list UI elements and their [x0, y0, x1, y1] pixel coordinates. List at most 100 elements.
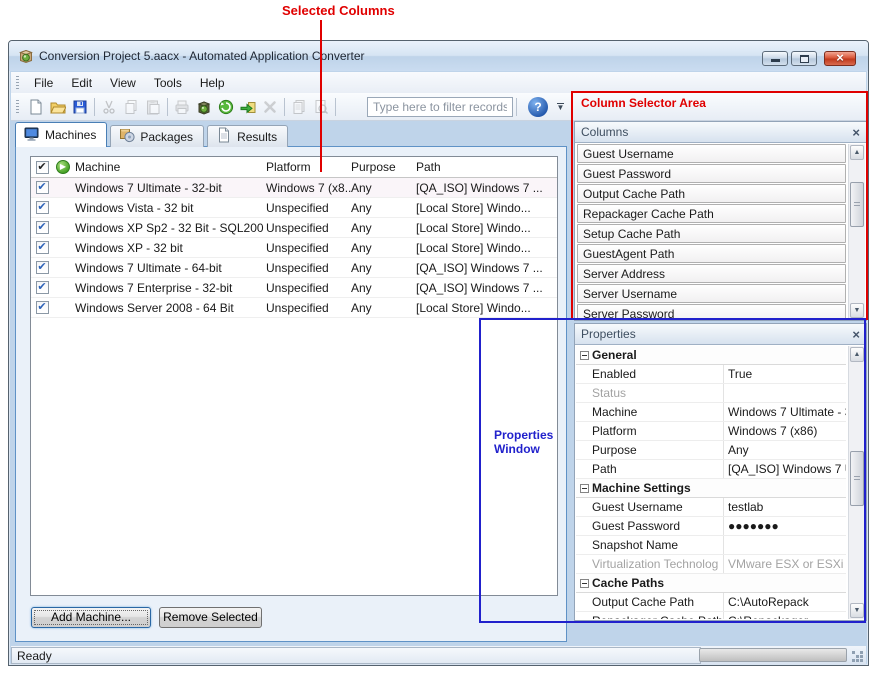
property-row[interactable]: EnabledTrue: [576, 365, 846, 384]
menu-file[interactable]: File: [25, 74, 62, 92]
row-checkbox[interactable]: ✔: [36, 201, 49, 214]
property-value[interactable]: True: [723, 365, 846, 383]
property-row[interactable]: Output Cache PathC:\AutoRepack: [576, 593, 846, 612]
restore-icon[interactable]: [791, 51, 817, 66]
column-item-server-username[interactable]: Server Username: [577, 284, 846, 303]
menu-help[interactable]: Help: [191, 74, 234, 92]
menu-edit[interactable]: Edit: [62, 74, 101, 92]
remove-selected-button[interactable]: Remove Selected: [159, 607, 262, 628]
column-header-path[interactable]: Path: [416, 160, 557, 174]
menu-tools[interactable]: Tools: [145, 74, 191, 92]
collapse-icon[interactable]: [580, 351, 589, 360]
new-file-icon[interactable]: [25, 96, 47, 118]
title-bar[interactable]: Conversion Project 5.aacx - Automated Ap…: [9, 41, 868, 71]
row-checkbox[interactable]: ✔: [36, 181, 49, 194]
close-icon[interactable]: ×: [824, 51, 856, 66]
property-row[interactable]: Snapshot Name: [576, 536, 846, 555]
property-value[interactable]: [QA_ISO] Windows 7 Ul: [723, 460, 846, 478]
property-group-machine-settings[interactable]: Machine Settings: [576, 479, 846, 498]
property-value[interactable]: [723, 536, 846, 554]
scroll-down-icon[interactable]: ▼: [850, 603, 864, 618]
property-group-cache-paths[interactable]: Cache Paths: [576, 574, 846, 593]
column-item-server-password[interactable]: Server Password: [577, 304, 846, 320]
property-group-general[interactable]: General: [576, 346, 846, 365]
columns-scrollbar[interactable]: ▲ ▼: [848, 144, 865, 319]
status-progress-bar: [699, 648, 847, 662]
properties-grid: GeneralEnabledTrueStatusMachineWindows 7…: [576, 346, 846, 619]
row-checkbox[interactable]: ✔: [36, 261, 49, 274]
property-row[interactable]: Guest Usernametestlab: [576, 498, 846, 517]
tab-machines[interactable]: Machines: [15, 122, 107, 147]
tab-results[interactable]: Results: [207, 125, 288, 147]
add-machine-button[interactable]: Add Machine...: [31, 607, 151, 628]
save-icon[interactable]: [69, 96, 91, 118]
import-icon[interactable]: [237, 96, 259, 118]
property-value[interactable]: [723, 384, 846, 402]
column-item-guest-username[interactable]: Guest Username: [577, 144, 846, 163]
table-row[interactable]: ✔Windows 7 Enterprise - 32-bitUnspecifie…: [31, 278, 557, 298]
column-header-purpose[interactable]: Purpose: [351, 160, 416, 174]
row-checkbox[interactable]: ✔: [36, 241, 49, 254]
menu-view[interactable]: View: [101, 74, 145, 92]
minimize-icon[interactable]: [762, 51, 788, 66]
scroll-thumb[interactable]: [850, 451, 864, 506]
table-row[interactable]: ✔Windows XP - 32 bitUnspecifiedAny[Local…: [31, 238, 557, 258]
scroll-up-icon[interactable]: ▲: [850, 145, 864, 160]
property-row[interactable]: Guest Password●●●●●●●: [576, 517, 846, 536]
property-value[interactable]: VMware ESX or ESXi Ser: [723, 555, 846, 573]
column-header-machine[interactable]: Machine: [73, 160, 266, 174]
property-value[interactable]: C:\AutoRepack: [723, 593, 846, 611]
close-icon[interactable]: ×: [852, 126, 860, 139]
properties-scrollbar[interactable]: ▲ ▼: [848, 346, 865, 619]
close-icon[interactable]: ×: [852, 328, 860, 341]
row-checkbox[interactable]: ✔: [36, 221, 49, 234]
property-label: Enabled: [592, 367, 723, 381]
property-value[interactable]: testlab: [723, 498, 846, 516]
scroll-down-icon[interactable]: ▼: [850, 303, 864, 318]
table-row[interactable]: ✔Windows 7 Ultimate - 64-bitUnspecifiedA…: [31, 258, 557, 278]
filter-records-input[interactable]: [367, 97, 513, 117]
monitor-icon: [24, 126, 40, 145]
collapse-icon[interactable]: [580, 484, 589, 493]
property-row[interactable]: Repackager Cache PathC:\Repackager: [576, 612, 846, 619]
column-item-guest-password[interactable]: Guest Password: [577, 164, 846, 183]
property-value[interactable]: ●●●●●●●: [723, 517, 846, 535]
property-row[interactable]: Status: [576, 384, 846, 403]
property-row[interactable]: PurposeAny: [576, 441, 846, 460]
menu-grip[interactable]: [16, 76, 19, 90]
table-row[interactable]: ✔Windows XP Sp2 - 32 Bit - SQL200Unspeci…: [31, 218, 557, 238]
property-value[interactable]: Any: [723, 441, 846, 459]
collapse-icon[interactable]: [580, 579, 589, 588]
refresh-icon[interactable]: [215, 96, 237, 118]
help-icon[interactable]: ?: [528, 97, 548, 117]
column-item-repackager-cache-path[interactable]: Repackager Cache Path: [577, 204, 846, 223]
column-item-guestagent-path[interactable]: GuestAgent Path: [577, 244, 846, 263]
property-row[interactable]: Path[QA_ISO] Windows 7 Ul: [576, 460, 846, 479]
convert-package-icon[interactable]: [193, 96, 215, 118]
table-row[interactable]: ✔Windows Server 2008 - 64 BitUnspecified…: [31, 298, 557, 318]
row-checkbox[interactable]: ✔: [36, 301, 49, 314]
resize-grip-icon[interactable]: [852, 651, 864, 663]
table-row[interactable]: ✔Windows Vista - 32 bitUnspecifiedAny[Lo…: [31, 198, 557, 218]
app-icon[interactable]: [18, 48, 34, 64]
toolbar-overflow-icon[interactable]: ▼: [554, 97, 567, 117]
table-row[interactable]: ✔Windows 7 Ultimate - 32-bitWindows 7 (x…: [31, 178, 557, 198]
select-all-checkbox[interactable]: ✔: [36, 161, 49, 174]
row-checkbox[interactable]: ✔: [36, 281, 49, 294]
scroll-up-icon[interactable]: ▲: [850, 347, 864, 362]
column-item-setup-cache-path[interactable]: Setup Cache Path: [577, 224, 846, 243]
scroll-thumb[interactable]: [850, 182, 864, 227]
tab-packages[interactable]: Packages: [110, 125, 204, 147]
toolbar-grip[interactable]: [16, 100, 19, 114]
property-row[interactable]: Virtualization TechnologVMware ESX or ES…: [576, 555, 846, 574]
column-header-platform[interactable]: Platform: [266, 160, 351, 174]
property-row[interactable]: MachineWindows 7 Ultimate - 3: [576, 403, 846, 422]
property-row[interactable]: PlatformWindows 7 (x86): [576, 422, 846, 441]
property-value[interactable]: C:\Repackager: [723, 612, 846, 619]
property-value[interactable]: Windows 7 Ultimate - 3: [723, 403, 846, 421]
column-item-output-cache-path[interactable]: Output Cache Path: [577, 184, 846, 203]
property-value[interactable]: Windows 7 (x86): [723, 422, 846, 440]
open-folder-icon[interactable]: [47, 96, 69, 118]
column-item-server-address[interactable]: Server Address: [577, 264, 846, 283]
tab-label: Machines: [45, 128, 96, 142]
